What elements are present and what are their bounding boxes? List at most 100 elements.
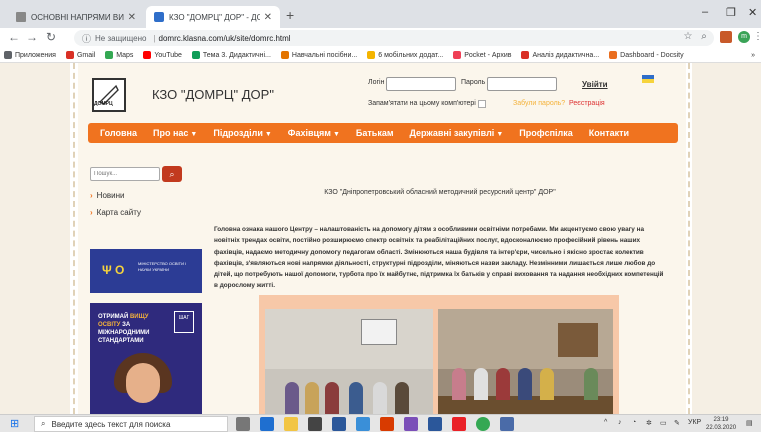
bookmark-site-icon (367, 51, 376, 59)
menu-item-home[interactable]: Головна (92, 128, 145, 138)
info-icon[interactable]: ⓘ (82, 32, 91, 45)
close-icon[interactable]: ✕ (264, 12, 272, 23)
browser-tab-inactive[interactable]: ОСНОВНІ НАПРЯМИ ВИКОРИС ✕ (8, 6, 144, 28)
bookmark-youtube[interactable]: YouTube (143, 51, 182, 59)
ministry-banner[interactable]: Ψ O МІНІСТЕРСТВО ОСВІТИ І НАУКИ УКРАЇНИ (90, 249, 202, 293)
ukraine-flag-icon[interactable] (642, 75, 654, 83)
taskbar-search[interactable]: ⌕ Введите здесь текст для поиска (34, 416, 228, 432)
page-background-left (0, 63, 70, 414)
mail-icon[interactable] (332, 417, 346, 431)
side-link-label: Новини (96, 191, 125, 200)
chevron-right-icon: › (90, 191, 93, 200)
tray-bluetooth-icon[interactable]: ✲ (646, 419, 652, 427)
bookmark-label: Gmail (76, 51, 96, 59)
minimize-button[interactable]: – (702, 6, 708, 18)
zoom-icon[interactable]: ⌕ (698, 31, 710, 43)
bookmark-label: Навчальні посібни... (291, 51, 358, 59)
extension-icon[interactable] (720, 31, 732, 43)
tray-network-icon[interactable]: ◔ (632, 419, 636, 426)
page-background-right (692, 63, 761, 414)
bookmark-apps[interactable]: Приложения (4, 51, 56, 59)
close-window-button[interactable]: ✕ (748, 6, 757, 19)
document-icon (16, 12, 26, 22)
login-button[interactable]: Увійти (582, 80, 608, 89)
file-explorer-icon[interactable] (284, 417, 298, 431)
task-view-icon[interactable] (236, 417, 250, 431)
bookmark-tema3[interactable]: Тема 3. Дидактичні... (191, 51, 271, 59)
chevron-down-icon: ▼ (496, 131, 504, 138)
back-arrow-icon[interactable]: ← (8, 30, 20, 44)
bookmark-pocket[interactable]: Pocket - Архив (453, 51, 511, 59)
opera-icon[interactable] (452, 417, 466, 431)
meeting-photo-2[interactable] (438, 309, 613, 414)
bookmark-dodatky[interactable]: 6 мобільних додат... (367, 51, 443, 59)
menu-item-procurement[interactable]: Державні закупівлі ▼ (402, 128, 512, 138)
remember-checkbox[interactable] (478, 100, 486, 108)
menu-dots-icon[interactable]: ⋮ (752, 31, 761, 43)
login-label: Логін (368, 79, 385, 86)
bookmark-analiz[interactable]: Аналіз дидактична... (521, 51, 599, 59)
tray-battery-icon[interactable]: ▭ (660, 419, 667, 427)
site-title[interactable]: КЗО "ДОМРЦ" ДОР" (152, 87, 274, 102)
bookmark-docsity[interactable]: Dashboard - Docsity (609, 51, 684, 59)
bookmark-gmail[interactable]: Gmail (65, 51, 96, 59)
main-menu: Головна Про нас ▼ Підрозділи ▼ Фахівцям ▼ Б… (88, 123, 678, 143)
stitch-border-right (688, 63, 690, 414)
search-icon: ⌕ (169, 169, 175, 179)
taskbar-clock[interactable]: 23:19 22.03.2020 (706, 416, 736, 432)
menu-item-parents[interactable]: Батькам (348, 128, 402, 138)
bookmark-posibnyky[interactable]: Навчальні посібни... (280, 51, 358, 59)
register-link[interactable]: Реєстрація (569, 100, 605, 107)
bookmarks-more-button[interactable]: » (751, 52, 755, 59)
side-link-sitemap[interactable]: › Карта сайту (90, 208, 141, 217)
viber-icon[interactable] (404, 417, 418, 431)
education-ad-banner[interactable]: ОТРИМАЙ ВИЩУ ОСВІТУ ЗА МІЖНАРОДНИМИ СТАН… (90, 303, 202, 414)
menu-label: Головна (100, 128, 137, 138)
site-search-input[interactable] (90, 167, 160, 181)
banner-photo-face (126, 363, 160, 403)
security-label: Не защищено (95, 33, 147, 43)
shag-badge: ШАГ (174, 311, 194, 333)
bookmark-maps[interactable]: Maps (105, 51, 133, 59)
notifications-icon[interactable]: ▤ (746, 419, 753, 427)
side-link-news[interactable]: › Новини (90, 191, 125, 200)
tab-title: ОСНОВНІ НАПРЯМИ ВИКОРИС (31, 12, 124, 22)
word-icon[interactable] (428, 417, 442, 431)
browser-tab-active[interactable]: КЗО "ДОМРЦ" ДОР" - ДОМПМ ✕ (146, 6, 280, 28)
address-bar[interactable]: ⓘ Не защищено | domrc.klasna.com/uk/site… (74, 30, 714, 46)
login-input[interactable] (386, 77, 456, 91)
menu-item-union[interactable]: Профспілка (511, 128, 581, 138)
store-icon[interactable] (308, 417, 322, 431)
reload-icon[interactable]: ↻ (46, 30, 56, 44)
photo-person (373, 382, 387, 414)
search-button[interactable]: ⌕ (162, 166, 182, 182)
password-input[interactable] (487, 77, 557, 91)
app-icon[interactable] (500, 417, 514, 431)
menu-item-contacts[interactable]: Контакти (581, 128, 637, 138)
photo-person (496, 368, 510, 400)
app-icon[interactable] (356, 417, 370, 431)
menu-item-about[interactable]: Про нас ▼ (145, 128, 205, 138)
new-tab-button[interactable]: + (286, 7, 294, 23)
profile-avatar-icon[interactable]: m (738, 31, 750, 43)
maximize-button[interactable]: ❐ (726, 6, 736, 19)
edge-icon[interactable] (260, 417, 274, 431)
powerpoint-icon[interactable] (380, 417, 394, 431)
windows-start-icon[interactable]: ⊞ (10, 418, 22, 430)
menu-item-specialists[interactable]: Фахівцям ▼ (280, 128, 348, 138)
photo-person (285, 382, 299, 414)
banner-text: МІНІСТЕРСТВО ОСВІТИ І НАУКИ УКРАЇНИ (138, 261, 187, 272)
forgot-password-link[interactable]: Забули пароль? (513, 100, 565, 107)
menu-item-departments[interactable]: Підрозділи ▼ (205, 128, 279, 138)
forward-arrow-icon[interactable]: → (26, 30, 38, 44)
close-icon[interactable]: ✕ (128, 12, 136, 23)
meeting-photo-1[interactable] (265, 309, 433, 414)
tray-pen-icon[interactable]: ✎ (674, 419, 680, 427)
tray-language[interactable]: УКР (688, 419, 701, 426)
tray-chevron-icon[interactable]: ^ (604, 419, 607, 426)
youtube-icon (143, 51, 152, 59)
chrome-icon[interactable] (476, 417, 490, 431)
star-icon[interactable]: ☆ (682, 31, 694, 43)
tray-volume-icon[interactable]: ♪ (618, 419, 622, 426)
password-label: Пароль (461, 79, 486, 86)
